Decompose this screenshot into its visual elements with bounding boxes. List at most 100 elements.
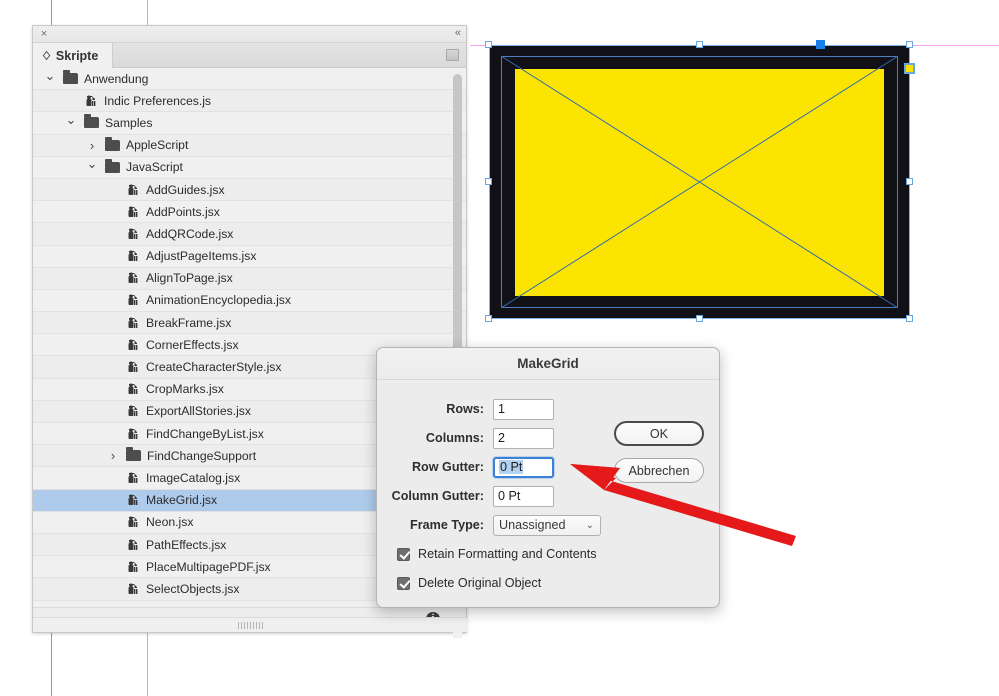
disclosure-open-icon[interactable] — [64, 115, 78, 131]
resize-handle-bottom-center[interactable] — [696, 315, 703, 322]
tree-row-label: CropMarks.jsx — [146, 382, 224, 396]
folder-icon — [63, 73, 78, 84]
ok-button-label: OK — [650, 427, 668, 441]
active-anchor-handle[interactable] — [816, 40, 825, 49]
checkbox-row[interactable]: Delete Original Object — [397, 576, 541, 590]
field-label: Columns: — [377, 431, 493, 445]
collapse-panel-icon[interactable]: « — [455, 27, 460, 39]
checkbox-checked-icon[interactable] — [397, 548, 410, 561]
script-file-icon — [126, 316, 140, 330]
ok-button[interactable]: OK — [614, 421, 704, 446]
script-file-icon — [126, 360, 140, 374]
tree-row-label: AddGuides.jsx — [146, 183, 225, 197]
disclosure-closed-icon[interactable] — [85, 138, 99, 153]
text-input[interactable]: 0 Pt — [493, 486, 554, 507]
resize-handle-bottom-left[interactable] — [485, 315, 492, 322]
panel-resize-grip[interactable] — [33, 617, 468, 632]
resize-handle-top-right[interactable] — [906, 41, 913, 48]
cancel-button[interactable]: Abbrechen — [614, 458, 704, 483]
tab-diamond-icon: ◇ — [43, 49, 50, 63]
folder-icon — [126, 450, 141, 461]
tree-row[interactable]: AddGuides.jsx — [33, 179, 466, 201]
text-input[interactable]: 1 — [493, 399, 554, 420]
tree-row-label: PathEffects.jsx — [146, 538, 226, 552]
tree-row-label: AlignToPage.jsx — [146, 271, 233, 285]
text-input[interactable]: 2 — [493, 428, 554, 449]
resize-handle-top-center[interactable] — [696, 41, 703, 48]
script-file-icon — [126, 493, 140, 507]
tree-row[interactable]: AppleScript — [33, 135, 466, 157]
tree-row-label: FindChangeByList.jsx — [146, 427, 264, 441]
tree-row-label: Samples — [105, 116, 152, 130]
script-file-icon — [126, 382, 140, 396]
tree-row-label: Neon.jsx — [146, 515, 193, 529]
resize-handle-top-left[interactable] — [485, 41, 492, 48]
script-file-icon — [126, 271, 140, 285]
tree-row[interactable]: Samples — [33, 112, 466, 134]
tree-row-label: AppleScript — [126, 138, 188, 152]
resize-handle-middle-left[interactable] — [485, 178, 492, 185]
screen: × « ◇ Skripte Anwendung Indic Preferences… — [0, 0, 999, 696]
script-file-icon — [84, 94, 98, 108]
tree-row-label: AdjustPageItems.jsx — [146, 249, 256, 263]
script-file-icon — [126, 205, 140, 219]
tab-skripte[interactable]: ◇ Skripte — [33, 43, 113, 68]
tree-row[interactable]: Indic Preferences.js — [33, 90, 466, 112]
field-label: Column Gutter: — [377, 489, 493, 503]
tree-row-label: BreakFrame.jsx — [146, 316, 231, 330]
tree-row-label: AnimationEncyclopedia.jsx — [146, 293, 291, 307]
input-value: 2 — [498, 431, 505, 445]
resize-handle-bottom-right[interactable] — [906, 315, 913, 322]
makegrid-dialog: MakeGrid OK Abbrechen Rows:1Columns:2Row… — [376, 347, 720, 608]
input-value: 0 Pt — [499, 460, 523, 474]
folder-icon — [84, 117, 99, 128]
selection-bounding-box — [489, 45, 910, 319]
checkbox-checked-icon[interactable] — [397, 577, 410, 590]
panel-menu-icon[interactable] — [446, 49, 459, 61]
disclosure-closed-icon[interactable] — [106, 448, 120, 463]
input-value: 1 — [498, 402, 505, 416]
field-row: Column Gutter: 0 Pt — [377, 485, 607, 507]
tree-row-label: Indic Preferences.js — [104, 94, 211, 108]
tree-row[interactable]: JavaScript — [33, 157, 466, 179]
disclosure-open-icon[interactable] — [85, 159, 99, 175]
tree-row[interactable]: AlignToPage.jsx — [33, 268, 466, 290]
tree-row-label: PlaceMultipagePDF.jsx — [146, 560, 271, 574]
grip-lines-icon — [238, 622, 264, 629]
tree-row[interactable]: AdjustPageItems.jsx — [33, 246, 466, 268]
selected-frame-object[interactable] — [489, 45, 910, 319]
tree-row[interactable]: AddPoints.jsx — [33, 201, 466, 223]
text-input[interactable]: 0 Pt — [493, 457, 554, 478]
field-row: Columns: 2 — [377, 427, 607, 449]
panel-titlebar: × « — [33, 26, 466, 43]
disclosure-open-icon[interactable] — [43, 71, 57, 87]
chevron-down-icon: ⌄ — [586, 520, 594, 531]
tree-row[interactable]: BreakFrame.jsx — [33, 312, 466, 334]
script-file-icon — [126, 404, 140, 418]
tree-row[interactable]: AnimationEncyclopedia.jsx — [33, 290, 466, 312]
frame-type-select[interactable]: Unassigned⌄ — [493, 515, 601, 536]
content-grabber-icon[interactable] — [904, 63, 915, 74]
field-row: Rows:1 — [377, 398, 607, 420]
script-file-icon — [126, 538, 140, 552]
close-icon[interactable]: × — [38, 28, 50, 40]
checkbox-row[interactable]: Retain Formatting and Contents — [397, 547, 597, 561]
script-file-icon — [126, 338, 140, 352]
tree-row-label: Anwendung — [84, 72, 148, 86]
script-file-icon — [126, 249, 140, 263]
checkbox-label: Retain Formatting and Contents — [418, 547, 597, 561]
tree-row-label: AddQRCode.jsx — [146, 227, 233, 241]
tree-row[interactable]: AddQRCode.jsx — [33, 223, 466, 245]
script-file-icon — [126, 183, 140, 197]
tab-label: Skripte — [56, 49, 98, 63]
input-value: 0 Pt — [498, 489, 520, 503]
tree-row[interactable]: Anwendung — [33, 68, 466, 90]
resize-handle-middle-right[interactable] — [906, 178, 913, 185]
field-row: Frame Type:Unassigned⌄ — [377, 514, 607, 536]
tree-row-label: CornerEffects.jsx — [146, 338, 239, 352]
folder-icon — [105, 140, 120, 151]
cancel-button-label: Abbrechen — [629, 464, 690, 478]
script-file-icon — [126, 582, 140, 596]
script-file-icon — [126, 471, 140, 485]
field-label: Frame Type: — [377, 518, 493, 532]
